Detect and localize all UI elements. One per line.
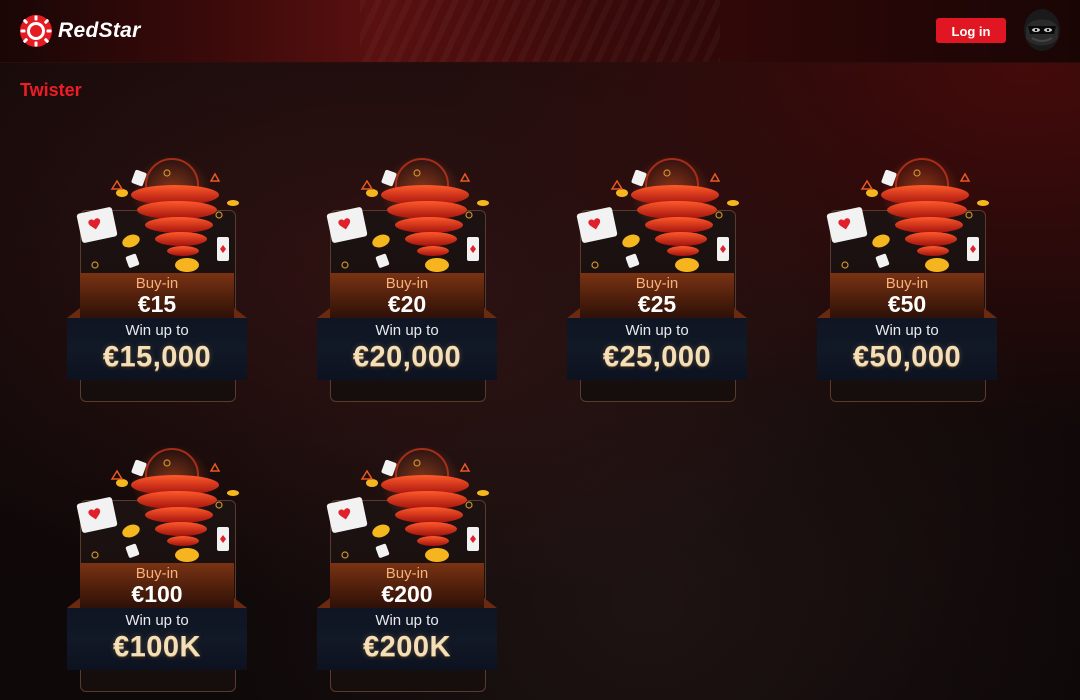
tournament-card[interactable]: Buy-in €20 Win up to €20,000 bbox=[317, 155, 497, 405]
buyin-amount: €15 bbox=[137, 291, 177, 317]
prize-panel: Win up to €25,000 bbox=[567, 308, 747, 380]
buyin-panel: Buy-in €100 bbox=[80, 563, 234, 609]
buyin-panel: Buy-in €25 bbox=[580, 273, 734, 319]
tournament-card[interactable]: Buy-in €50 Win up to €50,000 bbox=[817, 155, 997, 405]
prize-amount: €15,000 bbox=[102, 341, 212, 373]
buyin-amount: €50 bbox=[887, 291, 927, 317]
buyin-label: Buy-in bbox=[385, 275, 429, 292]
prize-panel: Win up to €20,000 bbox=[317, 308, 497, 380]
top-bar: RedStar Log in bbox=[0, 0, 1080, 63]
prize-panel: Win up to €15,000 bbox=[67, 308, 247, 380]
buyin-panel: Buy-in €20 bbox=[330, 273, 484, 319]
buyin-panel: Buy-in €50 bbox=[830, 273, 984, 319]
page-title: Twister bbox=[20, 80, 82, 100]
prize-label: Win up to bbox=[125, 322, 189, 339]
page: RedStar Log in Twister Buy-in €15 Win up… bbox=[0, 0, 1080, 700]
prize-label: Win up to bbox=[625, 322, 689, 339]
prize-label: Win up to bbox=[875, 322, 939, 339]
buyin-amount: €100 bbox=[131, 581, 183, 607]
buyin-panel: Buy-in €15 bbox=[80, 273, 234, 319]
prize-amount: €100K bbox=[113, 631, 201, 663]
buyin-label: Buy-in bbox=[385, 565, 429, 582]
prize-panel: Win up to €50,000 bbox=[817, 308, 997, 380]
login-button[interactable]: Log in bbox=[936, 18, 1006, 43]
buyin-label: Buy-in bbox=[885, 275, 929, 292]
tournament-card[interactable]: Buy-in €25 Win up to €25,000 bbox=[567, 155, 747, 405]
brand-name: RedStar bbox=[58, 19, 141, 42]
prize-label: Win up to bbox=[375, 322, 439, 339]
prize-panel: Win up to €200K bbox=[317, 598, 497, 670]
prize-label: Win up to bbox=[125, 612, 189, 629]
tournament-card[interactable]: Buy-in €100 Win up to €100K bbox=[67, 445, 247, 695]
buyin-label: Buy-in bbox=[135, 275, 179, 292]
buyin-panel: Buy-in €200 bbox=[330, 563, 484, 609]
prize-panel: Win up to €100K bbox=[67, 598, 247, 670]
brand-logo[interactable]: RedStar bbox=[20, 15, 141, 47]
prize-label: Win up to bbox=[375, 612, 439, 629]
prize-amount: €200K bbox=[363, 631, 451, 663]
masked-user-icon[interactable] bbox=[1022, 8, 1062, 52]
prize-amount: €50,000 bbox=[852, 341, 962, 373]
tournament-card[interactable]: Buy-in €15 Win up to €15,000 bbox=[67, 155, 247, 405]
buyin-amount: €200 bbox=[381, 581, 433, 607]
buyin-amount: €20 bbox=[387, 291, 427, 317]
buyin-label: Buy-in bbox=[635, 275, 679, 292]
prize-amount: €20,000 bbox=[352, 341, 462, 373]
poker-chip-icon bbox=[20, 15, 52, 47]
prize-amount: €25,000 bbox=[602, 341, 712, 373]
tournament-card[interactable]: Buy-in €200 Win up to €200K bbox=[317, 445, 497, 695]
buyin-amount: €25 bbox=[637, 291, 677, 317]
buyin-label: Buy-in bbox=[135, 565, 179, 582]
